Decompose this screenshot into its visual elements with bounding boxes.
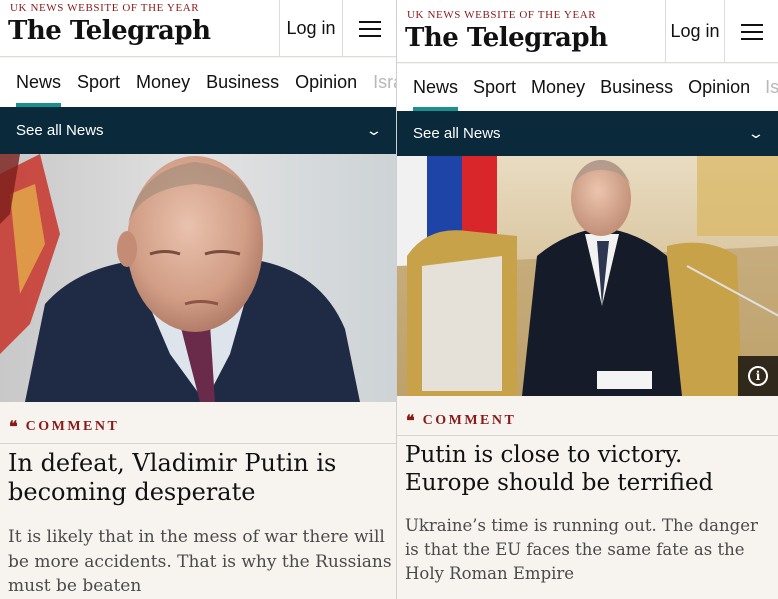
info-icon: i <box>748 366 768 386</box>
nav-opinion[interactable]: Opinion <box>688 64 750 111</box>
kicker-label: COMMENT <box>422 412 517 428</box>
see-all-news-dropdown[interactable]: See all News ⌄ <box>397 111 778 156</box>
menu-button[interactable] <box>343 0 396 57</box>
nav-sport[interactable]: Sport <box>473 64 516 111</box>
hamburger-menu-icon <box>740 23 763 40</box>
article-standfirst: It is likely that in the mess of war the… <box>8 527 392 596</box>
masthead: UK NEWS WEBSITE OF THE YEAR The Telegrap… <box>397 0 778 63</box>
divider <box>0 443 396 444</box>
kicker-label: COMMENT <box>25 418 120 434</box>
article-headline[interactable]: Putin is close to victory. Europe should… <box>405 441 771 497</box>
image-info-button[interactable]: i <box>738 356 778 396</box>
article-standfirst: Ukraine’s time is running out. The dange… <box>405 516 758 583</box>
article-photo[interactable] <box>0 154 396 402</box>
nav-business[interactable]: Business <box>206 58 279 107</box>
divider <box>397 435 778 436</box>
chevron-down-icon: ⌄ <box>365 122 383 138</box>
nav-news[interactable]: News <box>413 64 459 111</box>
comment-kicker: ❝ COMMENT <box>9 417 119 436</box>
putin-seated-photo <box>397 156 778 396</box>
nav-opinion[interactable]: Opinion <box>295 58 357 107</box>
comment-kicker: ❝ COMMENT <box>406 411 516 430</box>
article-headline[interactable]: In defeat, Vladimir Putin is becoming de… <box>8 449 388 507</box>
section-nav: News Sport Money Business Opinion Isra <box>0 58 396 107</box>
putin-portrait-photo <box>0 154 396 402</box>
quote-icon: ❝ <box>406 411 415 430</box>
left-screenshot: UK NEWS WEBSITE OF THE YEAR The Telegrap… <box>0 0 396 599</box>
tagline: UK NEWS WEBSITE OF THE YEAR <box>10 2 200 14</box>
section-nav: News Sport Money Business Opinion Isra <box>397 64 778 111</box>
nav-business[interactable]: Business <box>600 64 673 111</box>
hamburger-menu-icon <box>358 20 381 37</box>
see-all-news-label: See all News <box>16 122 104 139</box>
telegraph-logo[interactable]: The Telegraph <box>405 23 608 53</box>
see-all-news-label: See all News <box>413 125 501 142</box>
right-screenshot: UK NEWS WEBSITE OF THE YEAR The Telegrap… <box>396 0 778 599</box>
see-all-news-dropdown[interactable]: See all News ⌄ <box>0 107 396 154</box>
masthead: UK NEWS WEBSITE OF THE YEAR The Telegrap… <box>0 0 396 57</box>
tagline: UK NEWS WEBSITE OF THE YEAR <box>407 9 597 21</box>
quote-icon: ❝ <box>9 417 18 436</box>
article-photo[interactable]: i <box>397 156 778 396</box>
login-button[interactable]: Log in <box>665 0 725 63</box>
chevron-down-icon: ⌄ <box>747 125 765 141</box>
nav-israel[interactable]: Isra <box>765 64 778 111</box>
menu-button[interactable] <box>725 0 778 63</box>
nav-israel[interactable]: Isra <box>373 58 396 107</box>
nav-money[interactable]: Money <box>531 64 585 111</box>
telegraph-logo[interactable]: The Telegraph <box>8 16 211 46</box>
nav-money[interactable]: Money <box>136 58 190 107</box>
login-button[interactable]: Log in <box>279 0 343 57</box>
nav-news[interactable]: News <box>16 58 62 107</box>
nav-sport[interactable]: Sport <box>77 58 120 107</box>
